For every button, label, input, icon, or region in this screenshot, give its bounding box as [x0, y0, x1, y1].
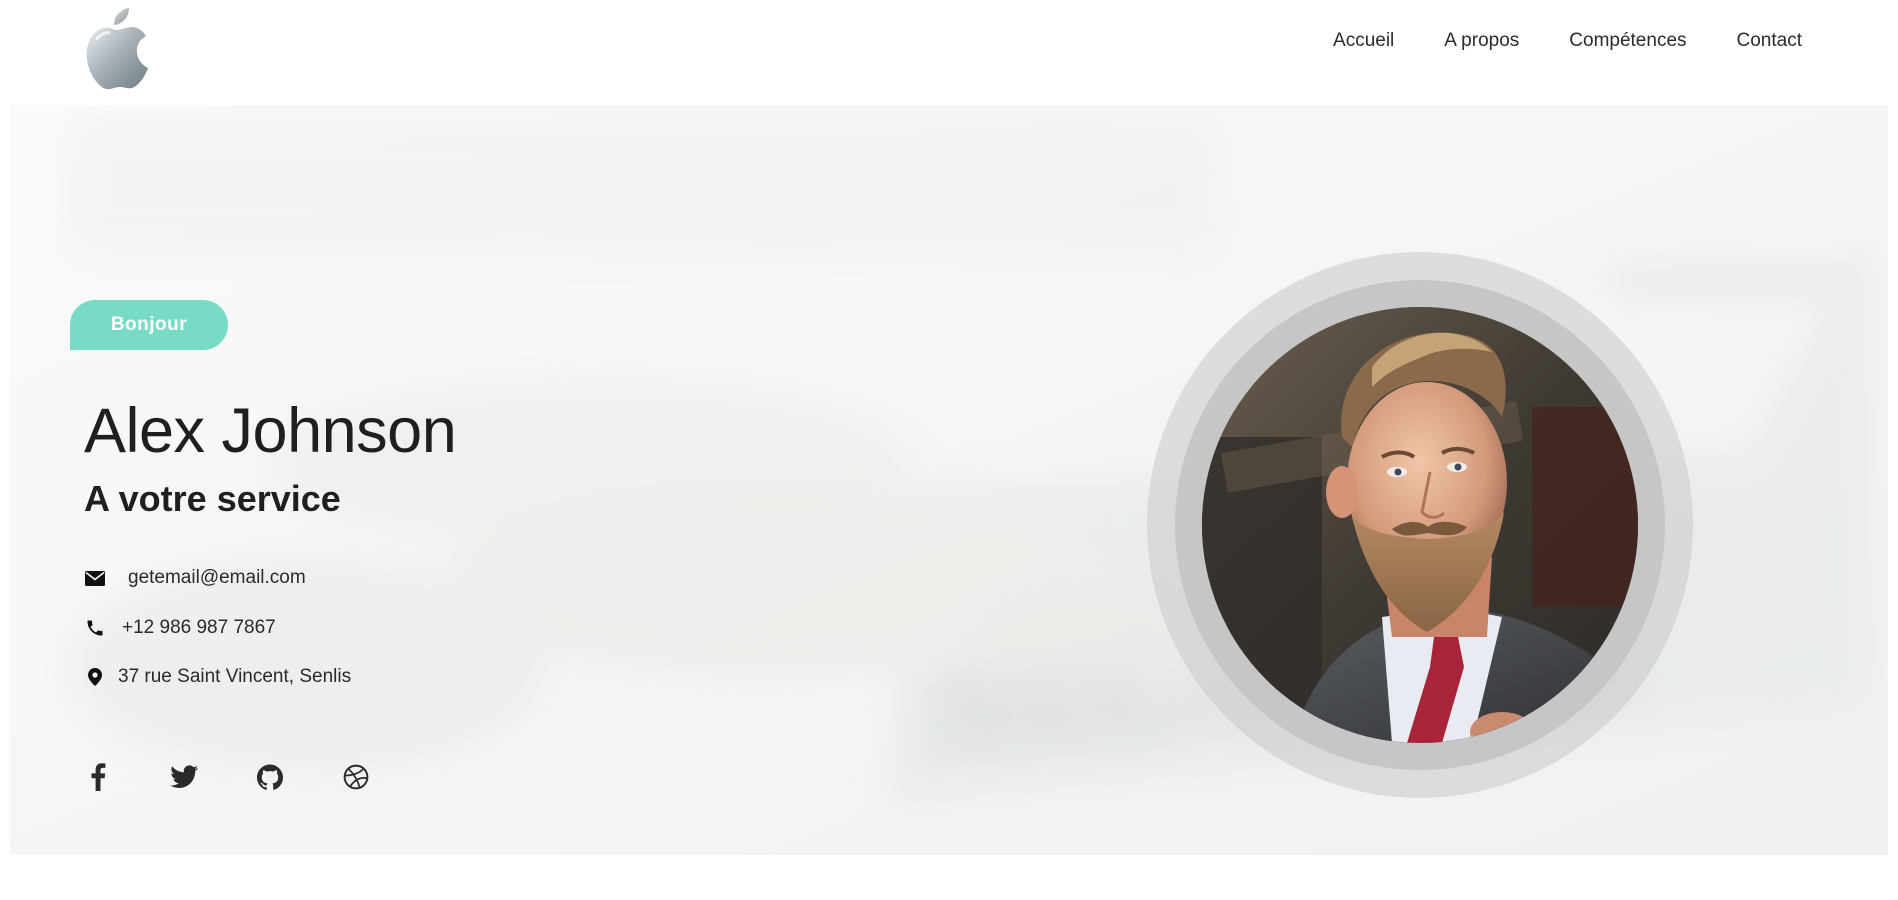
profile-photo	[1202, 307, 1638, 743]
envelope-icon	[84, 567, 106, 589]
contact-email: getemail@email.com	[84, 567, 306, 589]
nav-accueil[interactable]: Accueil	[1333, 28, 1394, 54]
address-text: 37 rue Saint Vincent, Senlis	[118, 666, 352, 687]
person-name: Alex Johnson	[84, 396, 457, 466]
nav-a-propos[interactable]: A propos	[1444, 28, 1519, 54]
facebook-icon[interactable]	[84, 763, 112, 791]
phone-icon	[84, 617, 106, 639]
email-text[interactable]: getemail@email.com	[128, 567, 306, 589]
twitter-icon[interactable]	[170, 763, 198, 791]
site-header: Accueil A propos Compétences Contact	[0, 0, 1898, 105]
github-icon[interactable]	[256, 763, 284, 791]
map-marker-icon	[84, 666, 106, 688]
greeting-badge: Bonjour	[70, 300, 228, 350]
main-nav: Accueil A propos Compétences Contact	[1283, 28, 1802, 54]
apple-logo-icon[interactable]	[82, 8, 152, 90]
social-links	[84, 763, 428, 791]
phone-text[interactable]: +12 986 987 7867	[122, 617, 276, 639]
contact-phone: +12 986 987 7867	[84, 617, 276, 639]
nav-contact[interactable]: Contact	[1737, 28, 1802, 54]
contact-address: 37 rue Saint Vincent, Senlis	[84, 666, 351, 688]
tagline: A votre service	[84, 478, 341, 519]
nav-competences[interactable]: Compétences	[1569, 28, 1686, 54]
dribbble-icon[interactable]	[342, 763, 370, 791]
hero-section: Bonjour Alex Johnson A votre service get…	[10, 105, 1888, 855]
